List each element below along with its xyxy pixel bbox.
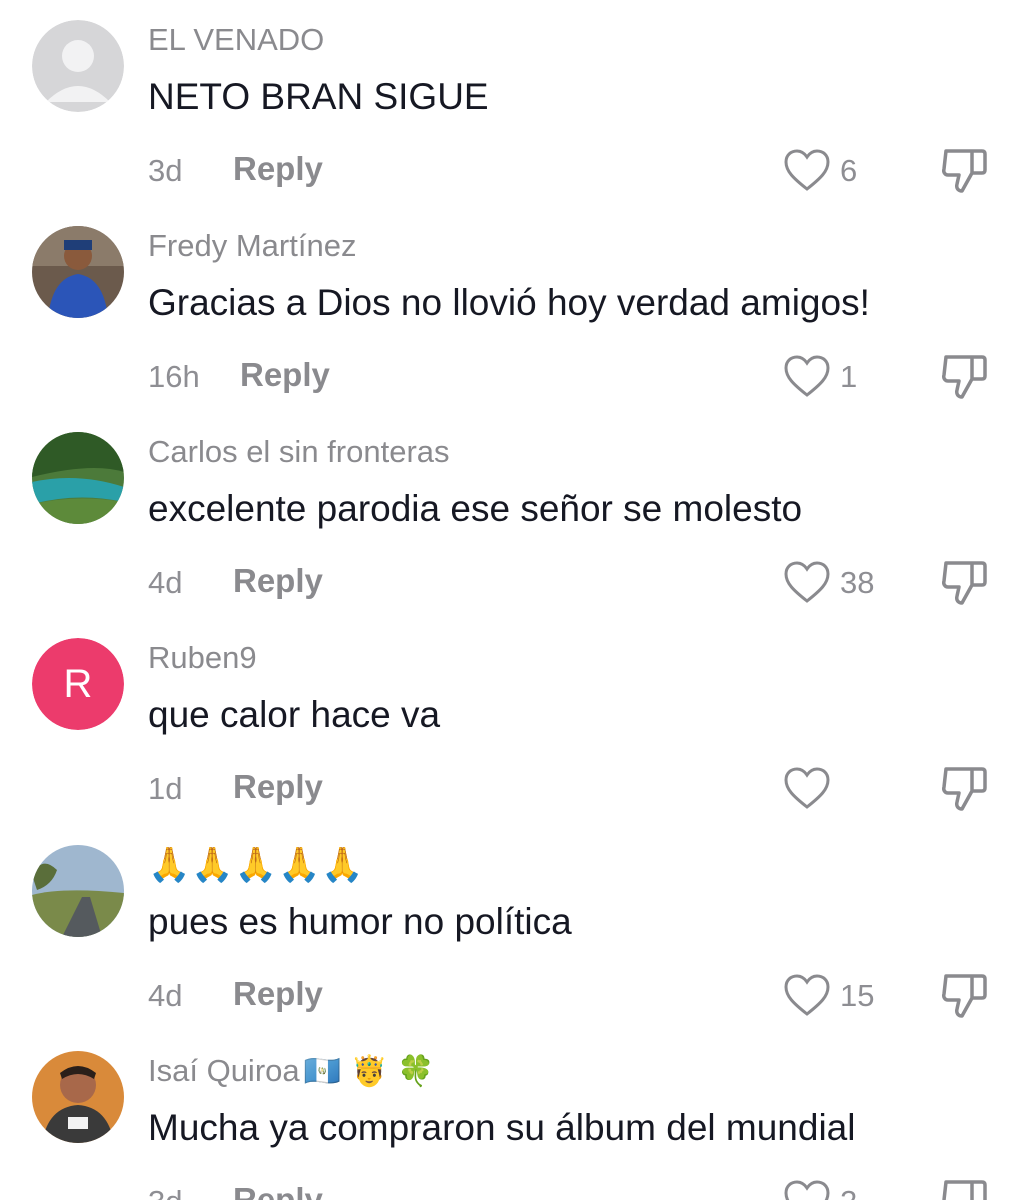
- reply-button[interactable]: Reply: [240, 356, 330, 394]
- comment-time: 3d: [148, 1184, 182, 1200]
- comment-time: 16h: [148, 359, 200, 394]
- heart-icon[interactable]: [783, 559, 831, 605]
- avatar-letter: R: [32, 638, 124, 730]
- comment-text: NETO BRAN SIGUE: [148, 76, 489, 117]
- heart-icon[interactable]: [783, 353, 831, 399]
- comment-username[interactable]: Ruben9: [148, 640, 257, 676]
- comment-username[interactable]: Isaí Quiroa 🇬🇹 🤴 🍀: [148, 1053, 435, 1089]
- comment-username[interactable]: Carlos el sin fronteras: [148, 434, 450, 470]
- reply-button[interactable]: Reply: [233, 1181, 323, 1200]
- comment-username[interactable]: 🙏🙏🙏🙏🙏: [148, 845, 365, 885]
- reply-button[interactable]: Reply: [233, 975, 323, 1013]
- comment-time: 4d: [148, 565, 183, 600]
- reply-button[interactable]: Reply: [233, 768, 323, 806]
- comment-item: Fredy Martínez Gracias a Dios no llovió …: [0, 226, 1027, 432]
- comment-time: 3d: [148, 153, 183, 188]
- comment-text: pues es humor no política: [148, 901, 572, 942]
- thumbs-down-icon[interactable]: [938, 970, 990, 1020]
- username-emoji: 🇬🇹 🤴 🍀: [303, 1053, 435, 1089]
- reply-button[interactable]: Reply: [233, 150, 323, 188]
- comment-item: R Ruben9 que calor hace va 1d Reply: [0, 638, 1027, 844]
- comment-item: EL VENADO NETO BRAN SIGUE 3d Reply 6: [0, 20, 1027, 226]
- thumbs-down-icon[interactable]: [938, 557, 990, 607]
- like-count: 38: [840, 565, 875, 600]
- comment-time: 1d: [148, 771, 183, 806]
- comment-item: 🙏🙏🙏🙏🙏 pues es humor no política 4d Reply…: [0, 845, 1027, 1051]
- comment-item: Isaí Quiroa 🇬🇹 🤴 🍀 Mucha ya compraron su …: [0, 1051, 1027, 1200]
- avatar[interactable]: [32, 845, 124, 937]
- comment-username[interactable]: EL VENADO: [148, 22, 324, 58]
- reply-button[interactable]: Reply: [233, 562, 323, 600]
- like-count: 6: [840, 153, 858, 188]
- comment-text: Mucha ya compraron su álbum del mundial: [148, 1107, 856, 1148]
- comment-text: que calor hace va: [148, 694, 441, 735]
- like-count: 1: [840, 359, 858, 394]
- thumbs-down-icon[interactable]: [938, 1176, 990, 1200]
- heart-icon[interactable]: [783, 147, 831, 193]
- like-count: 2: [840, 1184, 857, 1200]
- heart-icon[interactable]: [783, 765, 831, 811]
- like-count: 15: [840, 978, 875, 1013]
- comment-text: excelente parodia ese señor se molesto: [148, 488, 803, 529]
- comment-text: Gracias a Dios no llovió hoy verdad amig…: [148, 282, 870, 323]
- comment-time: 4d: [148, 978, 183, 1013]
- avatar[interactable]: [32, 432, 124, 524]
- avatar[interactable]: [32, 20, 124, 112]
- comment-username[interactable]: Fredy Martínez: [148, 228, 356, 264]
- avatar[interactable]: [32, 1051, 124, 1143]
- thumbs-down-icon[interactable]: [938, 145, 990, 195]
- avatar[interactable]: [32, 226, 124, 318]
- heart-icon[interactable]: [783, 1178, 831, 1200]
- thumbs-down-icon[interactable]: [938, 763, 990, 813]
- comment-item: Carlos el sin fronteras excelente parodi…: [0, 432, 1027, 638]
- avatar[interactable]: R: [32, 638, 124, 730]
- heart-icon[interactable]: [783, 972, 831, 1018]
- thumbs-down-icon[interactable]: [938, 351, 990, 401]
